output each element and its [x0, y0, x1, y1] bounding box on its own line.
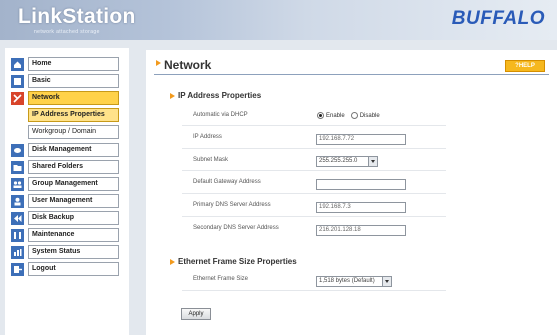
sidebar-item-label: Logout	[28, 262, 119, 276]
sidebar-nav: Home Basic Network IP Address Properties…	[5, 48, 129, 335]
sidebar-item-user-management[interactable]: User Management	[11, 194, 119, 208]
subnet-mask-select[interactable]: 255.255.255.0	[316, 156, 378, 167]
sidebar-item-label: Home	[28, 57, 119, 71]
sidebar-subitem-ip-address-properties[interactable]: IP Address Properties	[11, 108, 119, 122]
sidebar-item-label: IP Address Properties	[28, 108, 119, 122]
row-divider	[182, 125, 446, 126]
dhcp-enable-radio[interactable]	[317, 112, 324, 119]
sidebar-item-shared-folders[interactable]: Shared Folders	[11, 160, 119, 174]
sidebar-item-label: Disk Management	[28, 143, 119, 157]
sidebar-item-home[interactable]: Home	[11, 57, 119, 71]
frame-size-value: 1,518 bytes (Default)	[319, 278, 375, 284]
sidebar-item-label: User Management	[28, 194, 119, 208]
subnet-mask-value: 255.255.255.0	[319, 158, 358, 164]
sidebar-item-disk-management[interactable]: Disk Management	[11, 143, 119, 157]
ip-address-label: IP Address	[193, 134, 222, 140]
dhcp-enable-label: Enable	[326, 112, 345, 119]
sidebar-item-label: Shared Folders	[28, 160, 119, 174]
sidebar-item-label: Basic	[28, 74, 119, 88]
title-divider	[154, 74, 549, 75]
disk-backup-icon	[11, 211, 24, 225]
sidebar-item-label: Disk Backup	[28, 211, 119, 225]
section-arrow-icon	[170, 93, 175, 99]
row-divider	[182, 290, 446, 291]
logout-icon	[11, 262, 24, 276]
linkstation-logo: LinkStation	[18, 5, 136, 28]
title-arrow-icon	[156, 60, 161, 66]
maintenance-icon	[11, 228, 24, 242]
basic-settings-icon	[11, 74, 24, 88]
sidebar-item-network[interactable]: Network	[11, 91, 119, 105]
help-button[interactable]: ?HELP	[505, 60, 545, 72]
frame-size-select[interactable]: 1,518 bytes (Default)	[316, 276, 392, 287]
frame-section-title: Ethernet Frame Size Properties	[178, 257, 297, 266]
sidebar-item-label: System Status	[28, 245, 119, 259]
page-title: Network	[164, 58, 212, 72]
user-management-icon	[11, 194, 24, 208]
network-icon	[11, 91, 24, 105]
gateway-label: Default Gateway Address	[193, 179, 261, 185]
sidebar-item-basic[interactable]: Basic	[11, 74, 119, 88]
sidebar-item-disk-backup[interactable]: Disk Backup	[11, 211, 119, 225]
sidebar-item-label: Group Management	[28, 177, 119, 191]
ip-address-field[interactable]: 192.168.7.72	[316, 134, 406, 145]
chevron-down-icon	[382, 277, 391, 286]
sidebar-item-logout[interactable]: Logout	[11, 262, 119, 276]
chevron-down-icon	[368, 157, 377, 166]
dhcp-radio-group: Enable Disable	[317, 112, 380, 119]
shared-folders-icon	[11, 160, 24, 174]
sidebar-item-label: Network	[28, 91, 119, 105]
primary-dns-label: Primary DNS Server Address	[193, 202, 271, 208]
frame-size-label: Ethernet Frame Size	[193, 276, 249, 282]
row-divider	[182, 216, 446, 217]
sidebar-item-group-management[interactable]: Group Management	[11, 177, 119, 191]
disk-management-icon	[11, 143, 24, 157]
dhcp-disable-radio[interactable]	[350, 112, 358, 119]
logo-subtitle: network attached storage	[34, 29, 100, 35]
secondary-dns-field[interactable]: 216.201.128.18	[316, 225, 406, 236]
apply-button[interactable]: Apply	[181, 308, 211, 320]
dhcp-label: Automatic via DHCP	[193, 112, 248, 118]
secondary-dns-label: Secondary DNS Server Address	[193, 225, 279, 231]
main-content: Network ?HELP IP Address Properties Auto…	[146, 50, 557, 335]
sidebar-item-label: Maintenance	[28, 228, 119, 242]
row-divider	[182, 170, 446, 171]
buffalo-logo: BUFFALO	[451, 8, 545, 29]
row-divider	[182, 148, 446, 149]
dhcp-disable-label: Disable	[359, 112, 380, 119]
subnet-mask-label: Subnet Mask	[193, 157, 229, 163]
ip-section-title: IP Address Properties	[178, 91, 262, 100]
sidebar-subitem-workgroup-domain[interactable]: Workgroup / Domain	[11, 125, 119, 139]
group-management-icon	[11, 177, 24, 191]
sidebar-item-system-status[interactable]: System Status	[11, 245, 119, 259]
system-status-icon	[11, 245, 24, 259]
app-header: LinkStation network attached storage BUF…	[0, 0, 557, 40]
gateway-field[interactable]	[316, 179, 406, 190]
home-icon	[11, 57, 24, 71]
sidebar-item-label: Workgroup / Domain	[28, 125, 119, 139]
row-divider	[182, 193, 446, 194]
sidebar-item-maintenance[interactable]: Maintenance	[11, 228, 119, 242]
section-arrow-icon	[170, 259, 175, 265]
primary-dns-field[interactable]: 192.168.7.3	[316, 202, 406, 213]
